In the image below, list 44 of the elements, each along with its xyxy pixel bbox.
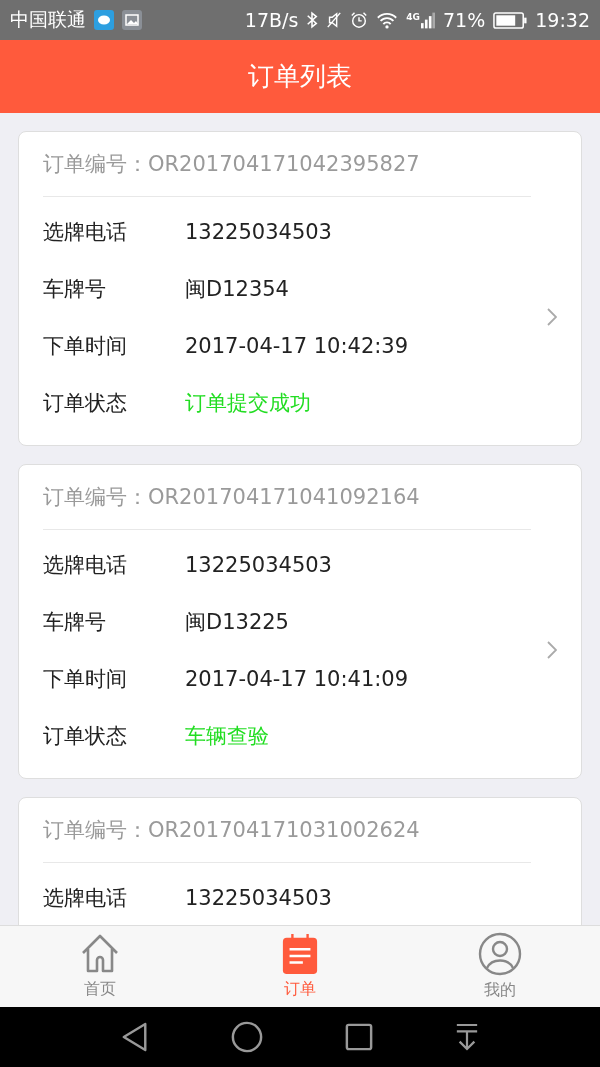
field-label: 订单状态 bbox=[43, 722, 128, 750]
image-icon bbox=[122, 10, 142, 30]
order-status: 订单提交成功 bbox=[185, 389, 311, 417]
wifi-icon bbox=[376, 11, 399, 29]
field-label: 车牌号 bbox=[43, 275, 107, 303]
order-card[interactable]: 订单编号：OR201704171041092164 选牌电话 13225034503 车牌号 闽D13225 下单时间 2017-04-17 10:41:09 订单状态 车辆查验 bbox=[18, 464, 582, 779]
battery-percent: 71% bbox=[443, 9, 486, 31]
field-value: 13225034503 bbox=[185, 552, 332, 577]
field-label: 选牌电话 bbox=[43, 551, 128, 579]
field-value: 13225034503 bbox=[185, 219, 332, 244]
field-value: 13225034503 bbox=[185, 885, 332, 910]
field-label: 下单时间 bbox=[43, 665, 128, 693]
signal-icon bbox=[421, 11, 435, 29]
field-label: 车牌号 bbox=[43, 608, 107, 636]
order-number: 订单编号：OR201704171042395827 bbox=[43, 151, 420, 178]
order-number: 订单编号：OR201704171031002624 bbox=[43, 817, 420, 844]
network-type: 4G bbox=[406, 11, 420, 22]
field-label: 订单状态 bbox=[43, 389, 128, 417]
alarm-icon bbox=[350, 11, 369, 29]
order-number: 订单编号：OR201704171041092164 bbox=[43, 484, 420, 511]
notification-pull-icon[interactable] bbox=[455, 1023, 479, 1051]
order-status: 车辆查验 bbox=[185, 722, 269, 750]
notepad-icon bbox=[281, 933, 319, 975]
message-icon bbox=[94, 10, 114, 30]
page-title: 订单列表 bbox=[248, 60, 352, 93]
bluetooth-icon bbox=[306, 11, 319, 29]
field-label: 选牌电话 bbox=[43, 218, 128, 246]
field-value: 2017-04-17 10:42:39 bbox=[185, 333, 409, 358]
field-value: 闽D13225 bbox=[185, 608, 289, 636]
field-label: 下单时间 bbox=[43, 332, 128, 360]
battery-icon bbox=[493, 11, 528, 29]
field-label: 选牌电话 bbox=[43, 884, 128, 912]
field-value: 2017-04-17 10:41:09 bbox=[185, 666, 409, 691]
field-value: 闽D12354 bbox=[185, 275, 289, 303]
order-card[interactable]: 订单编号：OR201704171042395827 选牌电话 13225034503 车牌号 闽D12354 下单时间 2017-04-17 10:42:39 订单状态 订单提交成功 bbox=[18, 131, 582, 446]
back-icon[interactable] bbox=[121, 1022, 149, 1052]
carrier-name: 中国联通 bbox=[10, 7, 86, 32]
home-circle-icon[interactable] bbox=[231, 1021, 263, 1053]
mute-icon bbox=[326, 11, 343, 29]
recents-icon[interactable] bbox=[345, 1023, 373, 1051]
user-icon bbox=[478, 932, 522, 976]
order-card[interactable]: 订单编号：OR201704171031002624 选牌电话 13225034503 bbox=[18, 797, 582, 925]
network-speed: 17B/s bbox=[244, 9, 299, 31]
clock-time: 19:32 bbox=[535, 9, 590, 31]
